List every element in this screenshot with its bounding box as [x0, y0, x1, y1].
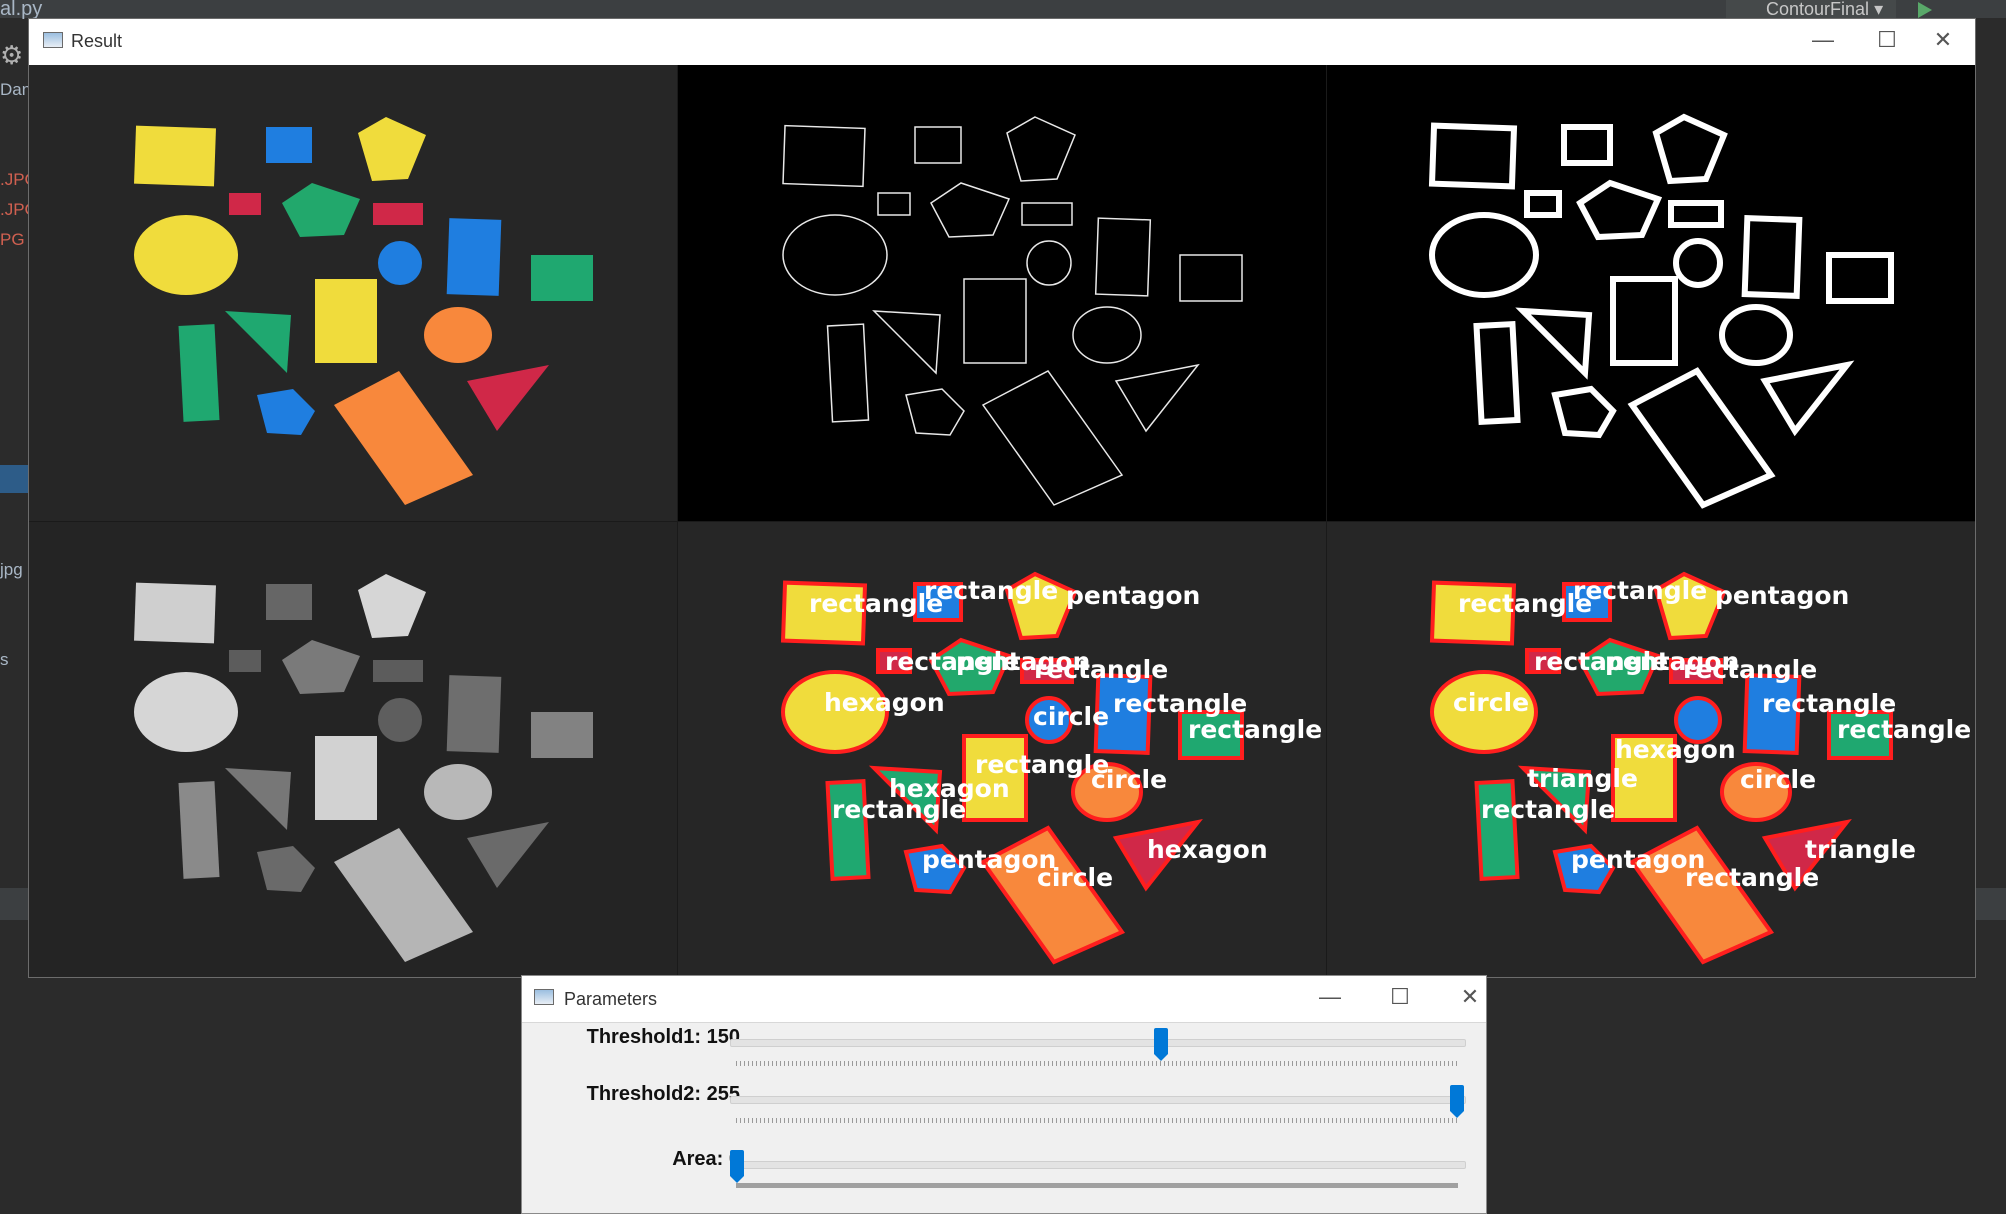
- shape-label: rectangle: [924, 576, 1058, 605]
- canny-image: [678, 65, 1326, 521]
- panel-final: rectangle rectangle pentagon rectangle p…: [1327, 522, 1975, 977]
- threshold2-slider-thumb[interactable]: [1450, 1085, 1464, 1118]
- project-item[interactable]: jpg: [0, 560, 23, 580]
- shape-label: hexagon: [824, 688, 945, 717]
- result-window: Result — ☐ ✕ rectangle rectangle pentago…: [28, 18, 1976, 978]
- window-app-icon: [534, 989, 554, 1005]
- panel-original: [29, 65, 677, 521]
- result-window-title: Result: [71, 31, 123, 51]
- shape-label: pentagon: [1066, 581, 1200, 610]
- minimize-button[interactable]: —: [1803, 25, 1843, 55]
- threshold1-slider-track[interactable]: [730, 1039, 1466, 1047]
- final-image: rectangle rectangle pentagon rectangle p…: [1327, 522, 1975, 977]
- minimize-button[interactable]: —: [1310, 982, 1350, 1012]
- project-item[interactable]: s: [0, 650, 9, 670]
- shape-label: circle: [1453, 688, 1529, 717]
- threshold1-slider-thumb[interactable]: [1153, 1028, 1168, 1061]
- area-label: Area: 0: [672, 1148, 740, 1170]
- panel-dilated-edges: [1327, 65, 1975, 521]
- maximize-button[interactable]: ☐: [1380, 982, 1420, 1012]
- shape-label: rectangle: [1683, 655, 1817, 684]
- shape-label: pentagon: [1715, 581, 1849, 610]
- shape-label: circle: [1037, 863, 1113, 892]
- run-config-label: ContourFinal: [1766, 0, 1870, 19]
- shape-label: rectangle: [1685, 863, 1819, 892]
- parameters-titlebar[interactable]: Parameters — ☐ ✕: [522, 976, 1486, 1023]
- close-button[interactable]: ✕: [1923, 25, 1963, 55]
- grayscale-image: [29, 522, 677, 977]
- original-image: [29, 65, 677, 521]
- threshold2-label: Threshold2: 255: [586, 1083, 740, 1105]
- project-item-selected[interactable]: [0, 465, 28, 493]
- shape-label: rectangle: [1113, 689, 1247, 718]
- threshold1-label: Threshold1: 150: [586, 1026, 740, 1048]
- shape-label: hexagon: [1615, 735, 1736, 764]
- project-item[interactable]: PG: [0, 230, 25, 250]
- parameters-window-title: Parameters: [564, 989, 658, 1009]
- parameters-window: Parameters — ☐ ✕ Threshold1: 150 Thresho…: [521, 975, 1487, 1214]
- close-button[interactable]: ✕: [1450, 982, 1490, 1012]
- ide-toolbar: al.py ContourFinal ▾: [0, 0, 2006, 19]
- area-slider-thumb[interactable]: [730, 1150, 744, 1183]
- result-titlebar[interactable]: Result — ☐ ✕: [29, 19, 1975, 65]
- shape-label: rectangle: [1481, 795, 1615, 824]
- area-slider-ticks: [736, 1183, 1458, 1188]
- shape-label: rectangle: [832, 795, 966, 824]
- window-app-icon: [43, 32, 63, 48]
- editor-file-tab[interactable]: al.py: [0, 0, 42, 19]
- threshold1-slider-ticks: [736, 1061, 1458, 1066]
- gear-icon[interactable]: ⚙: [0, 40, 23, 71]
- panel-grayscale: [29, 522, 677, 977]
- dilated-image: [1327, 65, 1975, 521]
- project-item[interactable]: Dan: [0, 80, 31, 100]
- shape-label: triangle: [1527, 764, 1638, 793]
- shape-label: rectangle: [1034, 655, 1168, 684]
- result-image-canvas: rectangle rectangle pentagon rectangle p…: [29, 65, 1975, 977]
- run-config-dropdown[interactable]: ContourFinal ▾: [1726, 0, 1896, 18]
- panel-contours: rectangle rectangle pentagon rectangle p…: [678, 522, 1326, 977]
- shape-label: rectangle: [975, 750, 1109, 779]
- area-slider-track[interactable]: [730, 1161, 1466, 1169]
- threshold2-slider-ticks: [736, 1118, 1458, 1123]
- shape-label: rectangle: [1762, 689, 1896, 718]
- shape-label: circle: [1740, 765, 1816, 794]
- contour-image: rectangle rectangle pentagon rectangle p…: [678, 522, 1326, 977]
- threshold2-slider-track[interactable]: [730, 1096, 1466, 1104]
- run-icon[interactable]: [1918, 2, 1932, 18]
- panel-canny-edges: [678, 65, 1326, 521]
- shape-label: hexagon: [1147, 835, 1268, 864]
- shape-label: circle: [1091, 765, 1167, 794]
- shape-label: rectangle: [1188, 715, 1322, 744]
- shape-label: rectangle: [1837, 715, 1971, 744]
- shape-label: circle: [1033, 702, 1109, 731]
- maximize-button[interactable]: ☐: [1867, 25, 1907, 55]
- shape-label: triangle: [1805, 835, 1916, 864]
- shape-label: rectangle: [1573, 576, 1707, 605]
